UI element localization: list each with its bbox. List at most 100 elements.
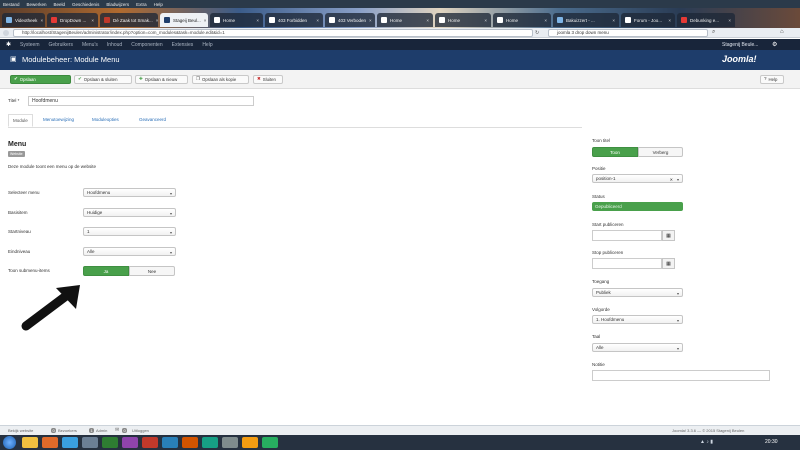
browser-tab[interactable]: Dé Zaak tot Smak... × [100, 13, 158, 27]
calendar-icon[interactable]: ▦ [662, 230, 675, 241]
app-icon[interactable] [162, 437, 178, 448]
tab-module[interactable]: Module [8, 114, 33, 127]
tab-close-icon[interactable]: × [484, 18, 487, 23]
tab-menu-assignment[interactable]: Menutoewijzing [43, 117, 74, 122]
stop-publishing-input[interactable] [592, 258, 662, 269]
submenu-yes-button[interactable]: Ja [83, 266, 129, 276]
favicon-icon [439, 17, 445, 23]
menu-history[interactable]: Geschiedenis [72, 2, 99, 7]
nav-content[interactable]: Inhoud [107, 42, 122, 48]
tab-close-icon[interactable]: × [544, 18, 547, 23]
nav-extensions[interactable]: Extensies [172, 42, 194, 48]
menu-view[interactable]: Beeld [54, 2, 66, 7]
select-end-level[interactable]: Alle ▾ [83, 247, 176, 256]
browser-tab[interactable]: Home × [210, 13, 263, 27]
tab-close-icon[interactable]: × [156, 18, 158, 23]
tab-advanced[interactable]: Geavanceerd [139, 117, 166, 122]
view-site-link[interactable]: Bekijk website [8, 428, 33, 433]
select-menu[interactable]: Hoofdmenu ▾ [83, 188, 176, 197]
position-select[interactable]: position-1 ✕ ▾ [592, 174, 683, 183]
browser-tab[interactable]: Debunking e... × [677, 13, 735, 27]
submenu-no-button[interactable]: Nee [129, 266, 175, 276]
nav-help[interactable]: Help [202, 42, 212, 48]
app-icon[interactable] [222, 437, 238, 448]
select-start-level[interactable]: 1 ▾ [83, 227, 176, 236]
language-select[interactable]: Alle ▾ [592, 343, 683, 352]
app-icon[interactable] [202, 437, 218, 448]
browser-tab[interactable]: Home × [493, 13, 551, 27]
ordering-label: Volgorde [592, 307, 610, 312]
app-icon[interactable] [62, 437, 78, 448]
tab-close-icon[interactable]: × [256, 18, 259, 23]
start-publishing-input[interactable] [592, 230, 662, 241]
firefox-icon[interactable] [42, 437, 58, 448]
logout-link[interactable]: Uitloggen [132, 428, 149, 433]
back-icon[interactable] [3, 30, 9, 36]
show-title-on-button[interactable]: Toon [592, 147, 638, 157]
tab-close-icon[interactable]: × [728, 18, 731, 23]
app-icon[interactable] [182, 437, 198, 448]
tab-close-icon[interactable]: × [612, 18, 615, 23]
menu-edit[interactable]: Bewerken [27, 2, 47, 7]
search-icon[interactable]: ⌕ [712, 29, 715, 36]
status-select[interactable]: Gepubliceerd [592, 202, 683, 211]
tab-close-icon[interactable]: × [316, 18, 319, 23]
browser-tab[interactable]: 403 Verboden × [325, 13, 375, 27]
app-icon[interactable] [122, 437, 138, 448]
tray-icons[interactable]: ▲ ♪ ▮ [700, 439, 713, 445]
nav-system[interactable]: Systeem [20, 42, 39, 48]
reload-icon[interactable]: ↻ [535, 30, 539, 36]
tab-close-icon[interactable]: × [91, 18, 94, 23]
tab-module-options[interactable]: Moduleopties [92, 117, 119, 122]
tab-close-icon[interactable]: × [40, 18, 43, 23]
menu-tools[interactable]: Extra [136, 2, 147, 7]
menu-bookmarks[interactable]: Bladwijzers [106, 2, 129, 7]
nav-components[interactable]: Componenten [131, 42, 162, 48]
calendar-icon[interactable]: ▦ [662, 258, 675, 269]
joomla-icon[interactable]: ✱ [6, 41, 11, 48]
tab-close-icon[interactable]: × [426, 18, 429, 23]
access-select[interactable]: Publiek ▾ [592, 288, 683, 297]
browser-tab[interactable]: DropDown ... × [47, 13, 98, 27]
user-menu[interactable]: Stagenij Beule... [722, 42, 758, 48]
home-icon[interactable]: ⌂ [780, 29, 784, 35]
browser-tab[interactable]: 403 Forbidden × [265, 13, 323, 27]
app-icon[interactable] [142, 437, 158, 448]
browser-tab[interactable]: Videotheek × [2, 13, 45, 27]
browser-tab[interactable]: Forum - Joo... × [621, 13, 675, 27]
save-new-button[interactable]: ✚ Opslaan & nieuw [135, 75, 188, 84]
mail-icon[interactable]: ✉ [115, 427, 119, 433]
caret-down-icon: ▾ [676, 291, 679, 296]
browser-tab[interactable]: Bakuizzert - ... × [553, 13, 619, 27]
note-input[interactable] [592, 370, 770, 381]
browser-tab[interactable]: Home × [377, 13, 433, 27]
browser-tab[interactable]: Stageij Beul... × [160, 13, 208, 27]
show-title-off-button[interactable]: Verberg [638, 147, 683, 157]
tab-close-icon[interactable]: × [668, 18, 671, 23]
help-button[interactable]: ? Help [760, 75, 784, 84]
app-icon[interactable] [82, 437, 98, 448]
ordering-select[interactable]: 1. Hoofdmenu ▾ [592, 315, 683, 324]
tab-close-icon[interactable]: × [204, 18, 207, 23]
save-copy-button[interactable]: ❐ Opslaan als kopie [192, 75, 249, 84]
tab-close-icon[interactable]: × [369, 18, 372, 23]
nav-users[interactable]: Gebruikers [48, 42, 72, 48]
app-icon[interactable] [262, 437, 278, 448]
url-input[interactable]: http://localhost/StagenijBeulen/administ… [13, 29, 533, 37]
menu-help[interactable]: Help [154, 2, 163, 7]
app-icon[interactable] [102, 437, 118, 448]
save-button[interactable]: ✔ Opslaan [10, 75, 71, 84]
file-explorer-icon[interactable] [22, 437, 38, 448]
gear-icon[interactable]: ⚙ [772, 41, 777, 48]
save-close-button[interactable]: ✔ Opslaan & sluiten [74, 75, 132, 84]
app-icon[interactable] [242, 437, 258, 448]
start-icon[interactable] [3, 436, 16, 449]
clear-icon[interactable]: ✕ [670, 176, 673, 183]
menu-file[interactable]: Bestand [3, 2, 20, 7]
title-input[interactable]: Hoofdmenu [28, 96, 254, 106]
search-input[interactable]: joomla 3 drop down menu [548, 29, 708, 37]
browser-tab[interactable]: Home × [435, 13, 491, 27]
select-base-item[interactable]: Huidige ▾ [83, 208, 176, 217]
nav-menus[interactable]: Menu's [82, 42, 98, 48]
close-button[interactable]: ✖ Sluiten [253, 75, 283, 84]
